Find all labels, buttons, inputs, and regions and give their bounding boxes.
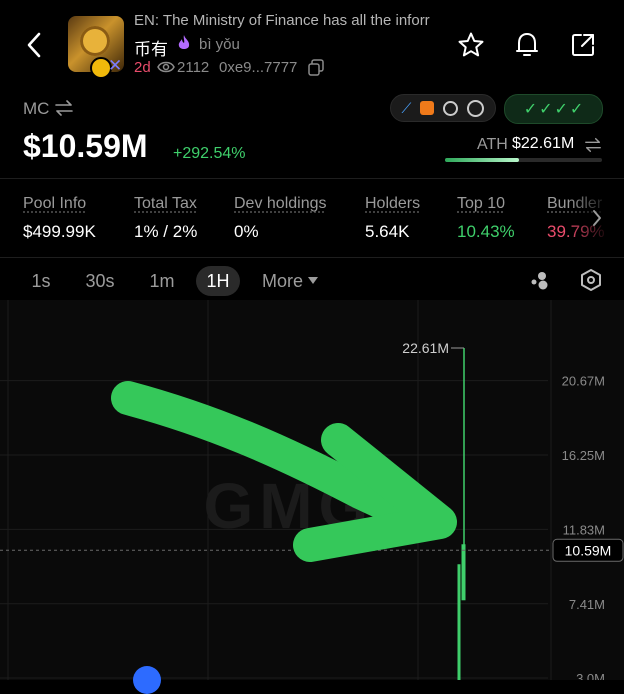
annotation-arrow <box>111 381 457 562</box>
